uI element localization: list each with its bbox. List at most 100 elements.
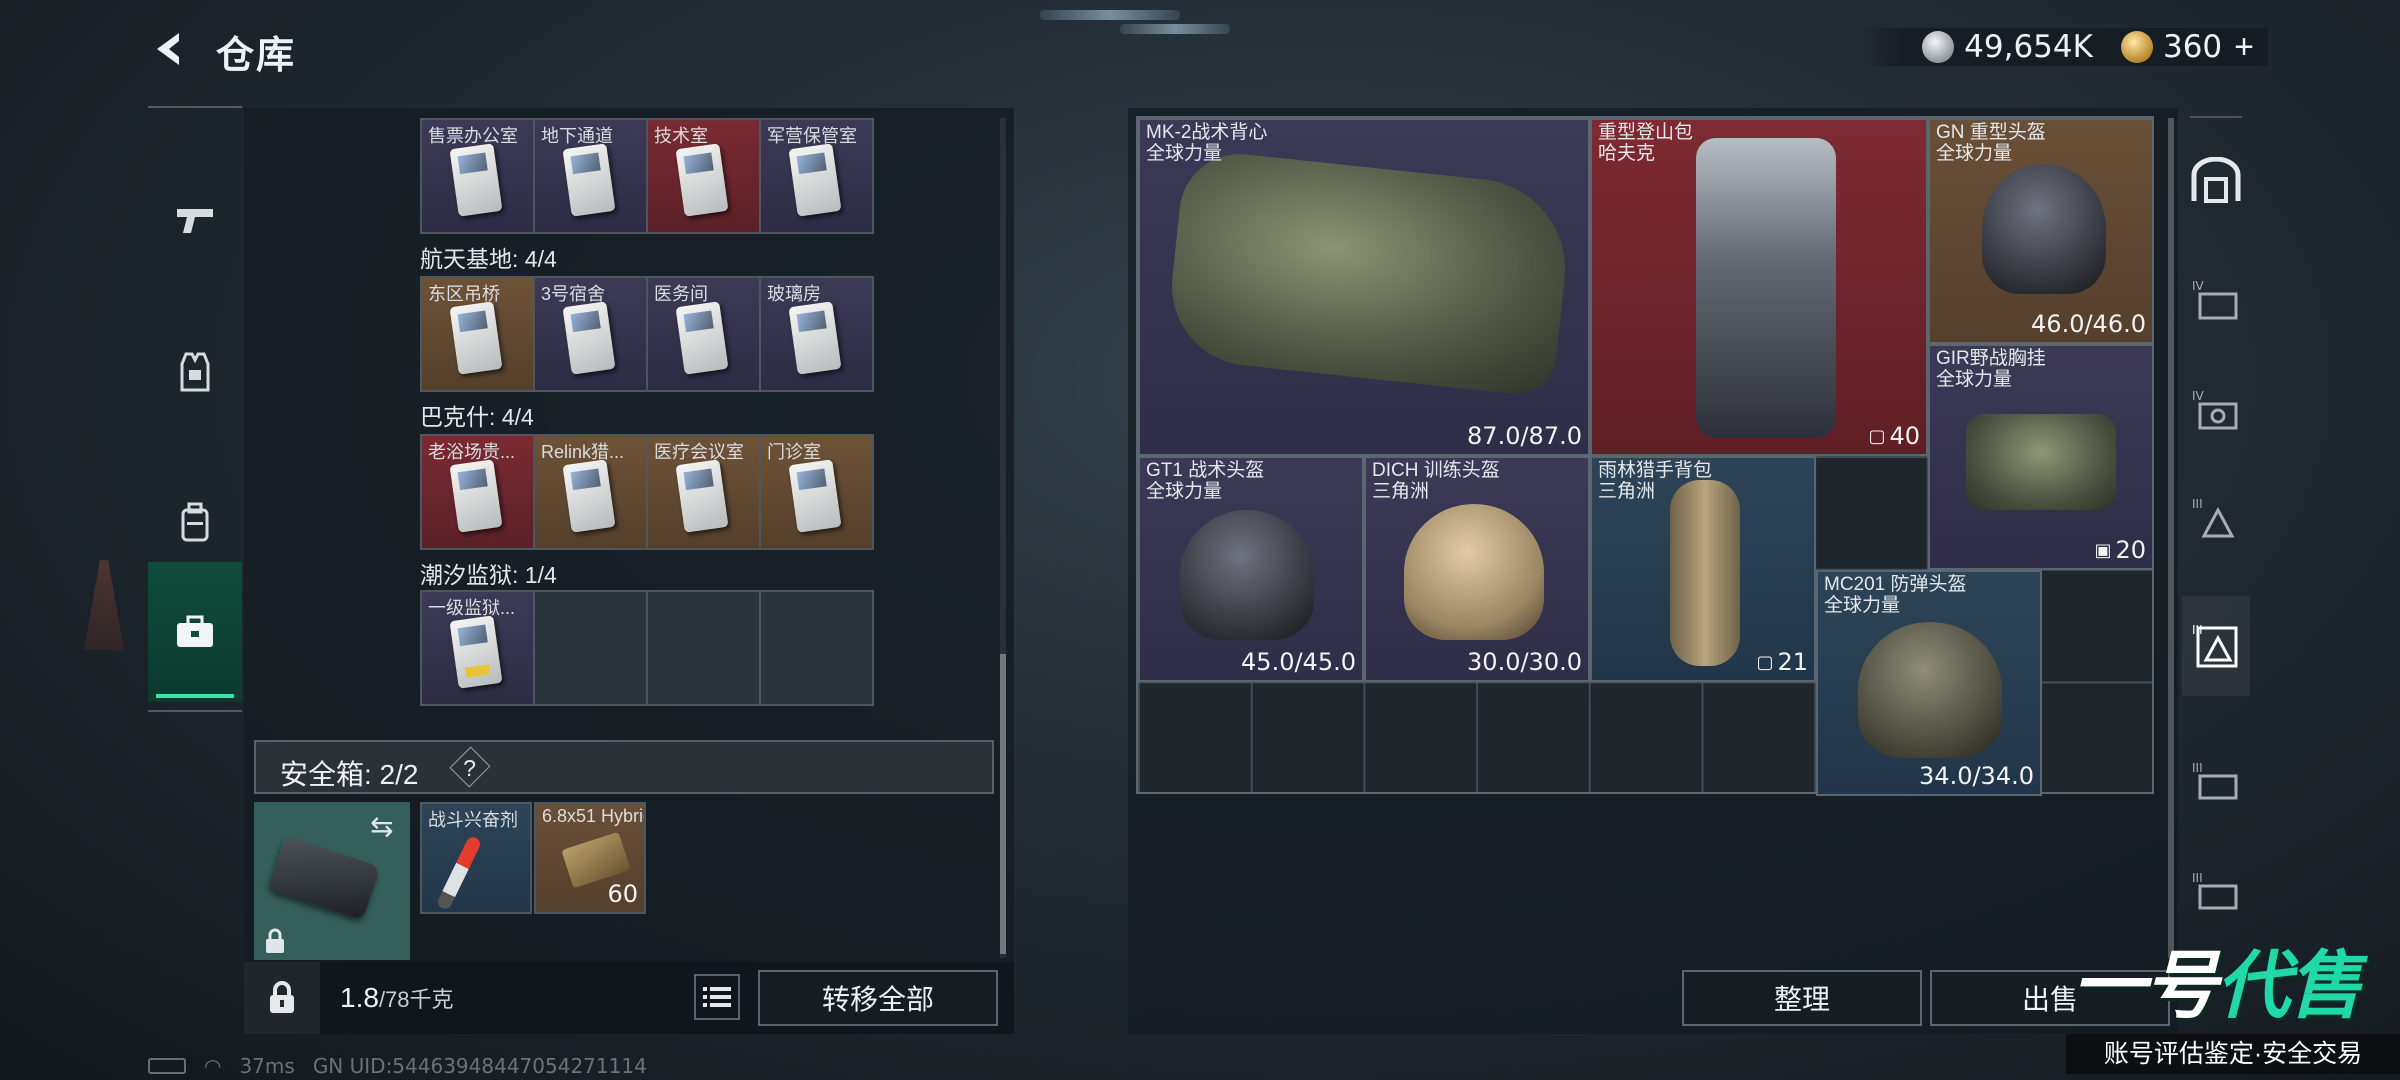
svg-text:IV: IV bbox=[2192, 389, 2205, 403]
page-title: 仓库 bbox=[216, 35, 297, 77]
item-count: 60 bbox=[607, 880, 638, 908]
inventory-item-gt1-helmet[interactable]: GT1 战术头盔 全球力量 45.0/45.0 bbox=[1138, 456, 1364, 682]
inventory-item-backpack[interactable]: 重型登山包 哈夫克 ▢ 40 bbox=[1590, 118, 1928, 456]
tab-storage-iv-b[interactable]: IV bbox=[2182, 360, 2250, 460]
keycard-slot[interactable]: Relink猎... bbox=[535, 436, 648, 548]
keycard-image bbox=[675, 459, 729, 533]
left-category-tabs bbox=[148, 106, 242, 714]
capacity-value: ▣ 20 bbox=[2094, 536, 2146, 564]
tab-storage-iii-b[interactable]: III bbox=[2182, 596, 2250, 696]
wifi-icon: ◠ bbox=[204, 1054, 222, 1078]
right-storage-tabs: IV IV III III III III bbox=[2182, 112, 2250, 942]
currency-bar: 49,654K 360 + bbox=[1862, 28, 2268, 66]
safe-case-image bbox=[267, 835, 381, 921]
swap-icon[interactable]: ⇆ bbox=[370, 810, 393, 843]
storage-box-icon: III bbox=[2192, 623, 2238, 668]
keycard-image bbox=[562, 301, 616, 375]
tab-equipment[interactable] bbox=[148, 302, 242, 442]
capacity-value: ▢ 21 bbox=[1756, 648, 1808, 676]
safe-box-header: 安全箱: 2/2 ? bbox=[254, 740, 994, 794]
battery-icon bbox=[148, 1058, 186, 1074]
tab-storage-all[interactable] bbox=[2182, 130, 2250, 230]
list-icon bbox=[703, 987, 731, 1007]
keycard-image bbox=[675, 143, 729, 217]
keycard-image bbox=[675, 301, 729, 375]
storage-box-icon: III bbox=[2192, 761, 2238, 800]
keycard-slot[interactable]: 一级监狱... bbox=[422, 592, 535, 704]
empty-keycard-slot[interactable] bbox=[535, 592, 648, 704]
tab-keys-case[interactable] bbox=[148, 562, 242, 702]
uid-value: GN UID:5446394844705427111​4 bbox=[312, 1054, 647, 1078]
keycard-slot[interactable]: 售票办公室 bbox=[422, 120, 535, 232]
map-group-label: 巴克什: 4/4 bbox=[420, 404, 534, 430]
inventory-item-gn-helmet[interactable]: GN 重型头盔 全球力量 46.0/46.0 bbox=[1928, 118, 2154, 344]
watermark-overlay: 一号代售 账号评估鉴定·安全交易 bbox=[2066, 926, 2400, 1080]
background-traffic-cone bbox=[84, 560, 124, 650]
storage-box-icon: III bbox=[2192, 497, 2235, 538]
keycard-slot[interactable]: 地下通道⊘ bbox=[535, 120, 648, 232]
keycard-row-3: 老浴场贵... Relink猎... 医疗会议室 门诊室 bbox=[420, 434, 874, 550]
tab-storage-ii[interactable]: III bbox=[2182, 732, 2250, 832]
backpack-image bbox=[1696, 138, 1836, 438]
status-bar: ◠ 37ms GN UID:5446394844705427111​4 bbox=[148, 1054, 647, 1078]
storage-box-icon: IV bbox=[2192, 389, 2238, 430]
sort-button[interactable]: 整理 bbox=[1682, 970, 1922, 1026]
inventory-item-dich-helmet[interactable]: DICH 训练头盔 三角洲 30.0/30.0 bbox=[1364, 456, 1590, 682]
help-button[interactable]: ? bbox=[449, 746, 491, 788]
inventory-scrollbar[interactable] bbox=[2168, 118, 2174, 958]
list-view-button[interactable] bbox=[694, 974, 740, 1020]
keycard-slot[interactable]: 技术室 bbox=[648, 120, 761, 232]
keycard-slot[interactable]: 老浴场贵... bbox=[422, 436, 535, 548]
keycard-slot[interactable]: 东区吊桥 bbox=[422, 278, 535, 390]
back-button[interactable] bbox=[148, 28, 190, 70]
capacity-icon: ▢ bbox=[1868, 425, 1886, 447]
keycard-slot[interactable]: 3号宿舍 bbox=[535, 278, 648, 390]
lock-icon bbox=[266, 928, 284, 953]
tab-storage-iv-a[interactable]: IV bbox=[2182, 250, 2250, 350]
inventory-item-vest[interactable]: MK-2战术背心 全球力量 87.0/87.0 bbox=[1138, 118, 1590, 456]
keycard-slot[interactable]: 医务间 bbox=[648, 278, 761, 390]
keycard-slot[interactable]: 门诊室 bbox=[761, 436, 872, 548]
inventory-item-jungle-backpack[interactable]: 雨林猎手背包 三角洲 ▢ 21 bbox=[1590, 456, 1816, 682]
briefcase-icon bbox=[177, 615, 213, 647]
helmet-image bbox=[1982, 164, 2106, 294]
lock-button[interactable] bbox=[244, 962, 320, 1034]
keycard-slot[interactable]: 医疗会议室 bbox=[648, 436, 761, 548]
durability-value: 30.0/30.0 bbox=[1467, 648, 1582, 676]
tab-storage-iii-a[interactable]: III bbox=[2182, 468, 2250, 568]
keycard-image bbox=[449, 615, 503, 689]
inventory-item-chest-rig[interactable]: GIR野战胸挂 全球力量 ▣ 20 bbox=[1928, 344, 2154, 570]
duffle-bag-image bbox=[1670, 480, 1740, 666]
gold-currency-value: 360 bbox=[2162, 29, 2223, 65]
keycard-row-2: 东区吊桥 3号宿舍 医务间 玻璃房 bbox=[420, 276, 874, 392]
storage-scroll-thumb[interactable] bbox=[1000, 654, 1006, 954]
empty-keycard-slot[interactable] bbox=[761, 592, 872, 704]
keycard-slot[interactable]: 军营保管室 bbox=[761, 120, 872, 232]
safe-item-stimulant[interactable]: 战斗兴奋剂 bbox=[420, 802, 532, 914]
map-group-label: 航天基地: 4/4 bbox=[420, 246, 557, 272]
keycard-slot[interactable]: 玻璃房 bbox=[761, 278, 872, 390]
vault-icon bbox=[2191, 157, 2241, 203]
svg-text:III: III bbox=[2192, 871, 2203, 885]
keycard-image bbox=[788, 301, 842, 375]
keycard-image bbox=[449, 143, 503, 217]
safe-item-ammo[interactable]: 6.8x51 Hybrid 60 bbox=[534, 802, 646, 914]
backpack-icon bbox=[181, 502, 209, 542]
storage-box-icon: IV bbox=[2192, 279, 2238, 320]
top-bar: 仓库 49,654K 360 + bbox=[0, 0, 2400, 100]
capacity-icon: ▢ bbox=[1756, 651, 1774, 673]
keycard-image bbox=[449, 459, 503, 533]
safe-box-slot[interactable]: ⇆ bbox=[254, 802, 410, 960]
transfer-all-button[interactable]: 转移全部 bbox=[758, 970, 998, 1026]
add-currency-button[interactable]: + bbox=[2234, 28, 2254, 67]
inventory-item-mc201-helmet[interactable]: MC201 防弹头盔 全球力量 34.0/34.0 bbox=[1816, 570, 2042, 796]
vest-image bbox=[1164, 148, 1574, 398]
empty-keycard-slot[interactable] bbox=[648, 592, 761, 704]
storage-box-icon: III bbox=[2192, 871, 2238, 910]
capacity-icon: ▣ bbox=[2094, 539, 2112, 561]
injector-image bbox=[435, 834, 483, 912]
padlock-icon bbox=[270, 981, 294, 1013]
helmet-image bbox=[1404, 504, 1544, 640]
keycard-image bbox=[562, 459, 616, 533]
tab-weapons[interactable] bbox=[148, 150, 242, 290]
